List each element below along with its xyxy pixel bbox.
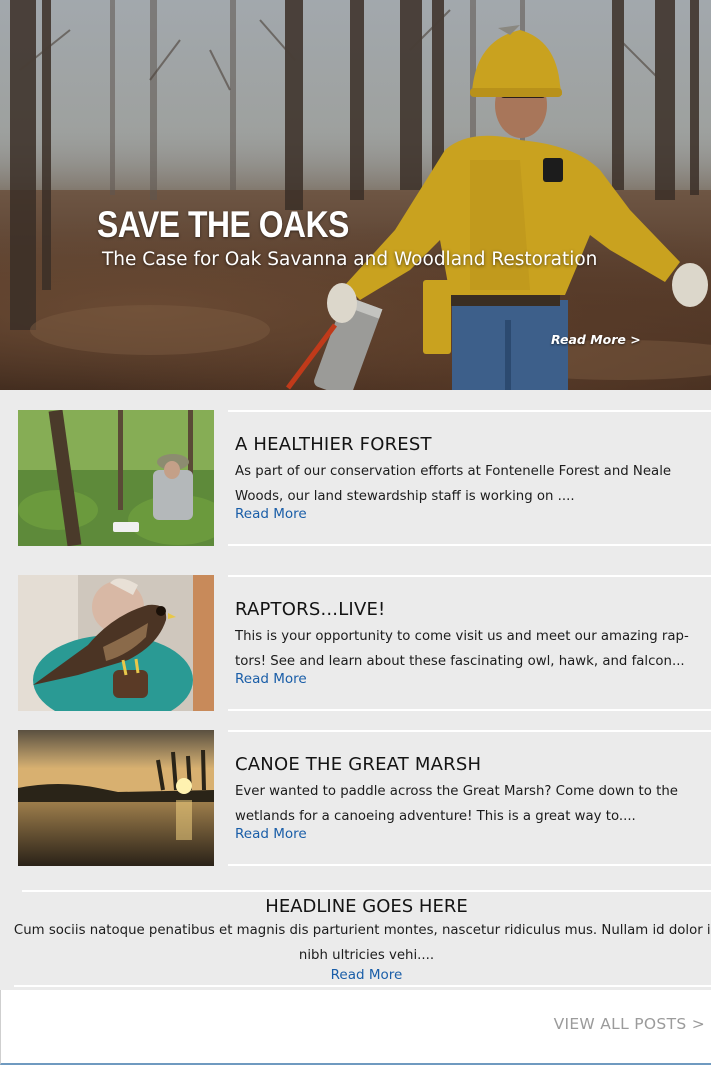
post-divider bbox=[228, 864, 711, 866]
post-item: A HEALTHIER FOREST As part of our conser… bbox=[0, 410, 711, 546]
post-excerpt: As part of our conservation efforts at F… bbox=[235, 464, 672, 504]
feature-read-more-link[interactable]: Read More bbox=[0, 967, 711, 983]
footer: VIEW ALL POSTS > bbox=[0, 990, 711, 1065]
post-thumbnail-marsh[interactable] bbox=[18, 730, 214, 866]
post-excerpt: Ever wanted to paddle across the Great M… bbox=[235, 784, 678, 824]
post-thumbnail-raptor[interactable] bbox=[18, 575, 214, 711]
post-item: RAPTORS...LIVE! This is your opportunity… bbox=[0, 575, 711, 711]
post-title[interactable]: RAPTORS...LIVE! bbox=[235, 599, 385, 620]
hero-banner[interactable]: SAVE THE OAKS The Case for Oak Savanna a… bbox=[0, 0, 711, 390]
post-read-more-link[interactable]: Read More bbox=[235, 671, 307, 687]
feature-excerpt: Cum sociis natoque penatibus et magnis d… bbox=[13, 923, 711, 963]
post-title[interactable]: CANOE THE GREAT MARSH bbox=[235, 754, 481, 775]
hero-read-more-link[interactable]: Read More > bbox=[551, 332, 641, 347]
feature-divider bbox=[14, 985, 711, 987]
posts-list: A HEALTHIER FOREST As part of our conser… bbox=[0, 390, 711, 990]
post-divider bbox=[228, 709, 711, 711]
view-all-posts-link[interactable]: VIEW ALL POSTS > bbox=[554, 1015, 705, 1033]
post-item: CANOE THE GREAT MARSH Ever wanted to pad… bbox=[0, 730, 711, 866]
post-divider bbox=[228, 410, 711, 412]
post-divider bbox=[228, 575, 711, 577]
post-thumbnail-forest[interactable] bbox=[18, 410, 214, 546]
feature-title[interactable]: HEADLINE GOES HERE bbox=[0, 896, 711, 917]
post-title[interactable]: A HEALTHIER FOREST bbox=[235, 434, 432, 455]
hero-subtitle: The Case for Oak Savanna and Woodland Re… bbox=[102, 249, 598, 270]
post-read-more-link[interactable]: Read More bbox=[235, 506, 307, 522]
feature-divider bbox=[22, 890, 711, 892]
feature-post: HEADLINE GOES HERE Cum sociis natoque pe… bbox=[0, 890, 711, 990]
hero-title: SAVE THE OAKS bbox=[97, 204, 349, 245]
post-excerpt: This is your opportunity to come visit u… bbox=[235, 629, 689, 669]
post-read-more-link[interactable]: Read More bbox=[235, 826, 307, 842]
post-divider bbox=[228, 730, 711, 732]
post-divider bbox=[228, 544, 711, 546]
